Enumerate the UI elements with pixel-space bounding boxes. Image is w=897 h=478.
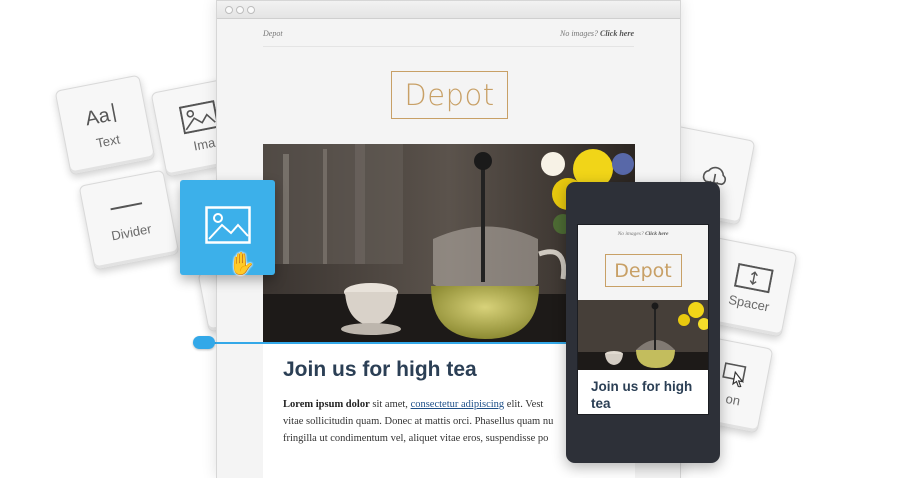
preheader-brand: Depot <box>263 29 283 38</box>
body-link[interactable]: consectetur adipiscing <box>411 399 505 410</box>
email-logo: Depot <box>391 71 508 119</box>
mobile-screen: No images? Click here Depot Join us for … <box>577 224 709 415</box>
body-segment-1: sit amet, <box>369 399 411 410</box>
text-block-tile[interactable]: Aa Text <box>54 74 156 176</box>
browser-titlebar <box>217 1 680 19</box>
no-images-prefix: No images? <box>560 29 598 38</box>
mobile-preview: No images? Click here Depot Join us for … <box>566 182 720 463</box>
mobile-headline: Join us for high tea <box>591 379 693 411</box>
mobile-hero-image <box>578 300 708 370</box>
mobile-no-images-prefix: No images? <box>617 231 644 237</box>
hand-cursor-icon: ✋ <box>228 251 256 276</box>
image-tile-label: Ima <box>192 134 217 154</box>
body-line-2: vitae sollicitudin quam. Donec at mattis… <box>283 416 554 427</box>
body-segment-2: elit. Vest <box>504 399 544 410</box>
email-preheader: Depot No images? Click here <box>263 27 634 47</box>
drop-indicator-line <box>205 342 573 344</box>
body-line-3: fringilla ut condimentum vel, aliquet vi… <box>283 433 549 444</box>
button-tile-label: on <box>724 390 742 408</box>
button-icon <box>721 361 753 389</box>
mobile-content-block: Join us for high tea <box>578 370 708 414</box>
body-bold-lead: Lorem ipsum dolor <box>283 399 370 410</box>
text-icon: Aa <box>83 98 123 130</box>
divider-block-tile[interactable]: Divider <box>78 169 180 271</box>
divider-icon <box>108 197 145 214</box>
spacer-tile-label: Spacer <box>727 291 771 314</box>
mobile-no-images-notice: No images? Click here <box>578 231 708 237</box>
window-dot-minimize[interactable] <box>236 6 244 14</box>
click-here-link[interactable]: Click here <box>600 29 634 38</box>
spacer-icon <box>733 262 774 293</box>
image-icon <box>204 206 251 249</box>
svg-text:Aa: Aa <box>83 103 112 129</box>
window-dot-close[interactable] <box>225 6 233 14</box>
text-tile-label: Text <box>94 131 122 151</box>
no-images-notice: No images? Click here <box>560 29 634 38</box>
mobile-logo: Depot <box>604 254 682 287</box>
mobile-click-here-link[interactable]: Click here <box>645 231 668 237</box>
drop-indicator-handle[interactable] <box>193 336 215 349</box>
window-dot-maximize[interactable] <box>247 6 255 14</box>
image-icon <box>178 99 220 134</box>
divider-tile-label: Divider <box>109 220 153 244</box>
